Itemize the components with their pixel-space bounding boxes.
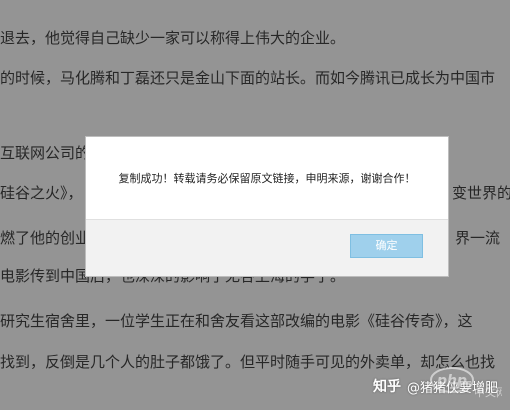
zhihu-brand: 知乎 xyxy=(372,379,401,395)
watermark-author: @猪猪侠要增肥 xyxy=(406,380,498,396)
zhihu-watermark: 知乎 @猪猪侠要增肥 xyxy=(373,376,498,396)
dialog-footer: 确定 xyxy=(86,219,448,276)
confirm-button[interactable]: 确定 xyxy=(350,234,423,258)
page: 退去，他觉得自己缺少一家可以称得上伟大的企业。 的时候，马化腾和丁磊还只是金山下… xyxy=(0,0,510,410)
copy-success-dialog: 复制成功！转载请务必保留原文链接，申明来源，谢谢合作！ 确定 xyxy=(85,136,449,277)
dialog-message: 复制成功！转载请务必保留原文链接，申明来源，谢谢合作！ xyxy=(118,172,416,185)
